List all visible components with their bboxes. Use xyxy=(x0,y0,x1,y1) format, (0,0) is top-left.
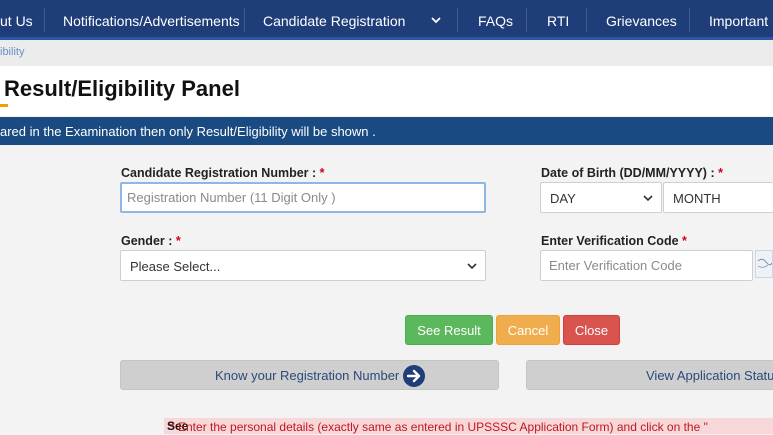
nav-divider xyxy=(457,8,458,32)
required-mark: * xyxy=(682,234,687,248)
nav-grievances[interactable]: Grievances xyxy=(606,0,677,40)
gender-select-value: Please Select... xyxy=(130,259,221,274)
registration-number-input[interactable] xyxy=(120,182,486,213)
nav-notifications[interactable]: Notifications/Advertisements xyxy=(63,0,240,40)
dob-label-text: Date of Birth (DD/MM/YYYY) : xyxy=(541,166,719,180)
gender-label: Gender : * xyxy=(121,234,181,248)
info-banner: ared in the Examination then only Result… xyxy=(0,117,773,145)
verification-code-label-text: Enter Verification Code xyxy=(541,234,683,248)
chevron-down-icon xyxy=(467,263,477,270)
breadcrumb: ibility xyxy=(0,40,773,66)
dob-label: Date of Birth (DD/MM/YYYY) : * xyxy=(541,166,723,180)
view-application-status-button[interactable]: View Application Statu xyxy=(526,360,773,390)
required-mark: * xyxy=(319,166,325,180)
arrow-right-circle-icon xyxy=(403,365,425,387)
gender-select[interactable]: Please Select... xyxy=(120,250,486,281)
view-application-status-label: View Application Statu xyxy=(646,368,773,383)
nav-candidate-registration[interactable]: Candidate Registration xyxy=(263,0,405,40)
know-registration-number-label: Know your Registration Number xyxy=(215,368,400,383)
registration-number-label-text: Candidate Registration Number : xyxy=(121,166,320,180)
required-mark: * xyxy=(718,166,723,180)
know-registration-number-button[interactable]: Know your Registration Number xyxy=(120,360,499,390)
verification-code-input[interactable] xyxy=(540,250,753,281)
instruction-note-body: * Enter the personal details (exactly sa… xyxy=(170,420,708,434)
nav-important-links[interactable]: Important L xyxy=(709,0,773,40)
instruction-note-text: * Enter the personal details (exactly sa… xyxy=(167,419,708,434)
breadcrumb-item[interactable]: ibility xyxy=(0,46,24,58)
dob-day-value: DAY xyxy=(550,191,576,206)
dob-month-select[interactable]: MONTH xyxy=(663,182,773,213)
gender-label-text: Gender : xyxy=(121,234,176,248)
verification-code-label: Enter Verification Code * xyxy=(541,234,687,248)
nav-divider xyxy=(526,8,527,32)
see-result-button[interactable]: See Result xyxy=(405,315,493,345)
nav-divider xyxy=(586,8,587,32)
nav-about-us[interactable]: ut Us xyxy=(0,0,33,40)
nav-rti[interactable]: RTI xyxy=(547,0,569,40)
result-form: Candidate Registration Number : * Date o… xyxy=(0,145,773,435)
close-button[interactable]: Close xyxy=(563,315,620,345)
dob-day-select[interactable]: DAY xyxy=(540,182,662,213)
required-mark: * xyxy=(175,234,181,248)
page-title: Result/Eligibility Panel xyxy=(4,76,240,101)
cancel-button[interactable]: Cancel xyxy=(496,315,560,345)
nav-divider xyxy=(244,8,245,32)
top-navbar: ut Us Notifications/Advertisements Candi… xyxy=(0,0,773,40)
nav-divider xyxy=(689,8,690,32)
info-banner-text: ared in the Examination then only Result… xyxy=(0,124,376,139)
chevron-down-icon xyxy=(643,195,653,202)
dob-month-value: MONTH xyxy=(673,191,721,206)
chevron-down-icon[interactable] xyxy=(429,13,443,27)
nav-faqs[interactable]: FAQs xyxy=(478,0,513,40)
title-accent xyxy=(0,104,8,107)
registration-number-label: Candidate Registration Number : * xyxy=(121,166,325,180)
instruction-note: * Enter the personal details (exactly sa… xyxy=(164,418,773,434)
title-section: Result/Eligibility Panel xyxy=(0,66,773,116)
nav-divider xyxy=(44,8,45,32)
captcha-image xyxy=(755,250,773,278)
